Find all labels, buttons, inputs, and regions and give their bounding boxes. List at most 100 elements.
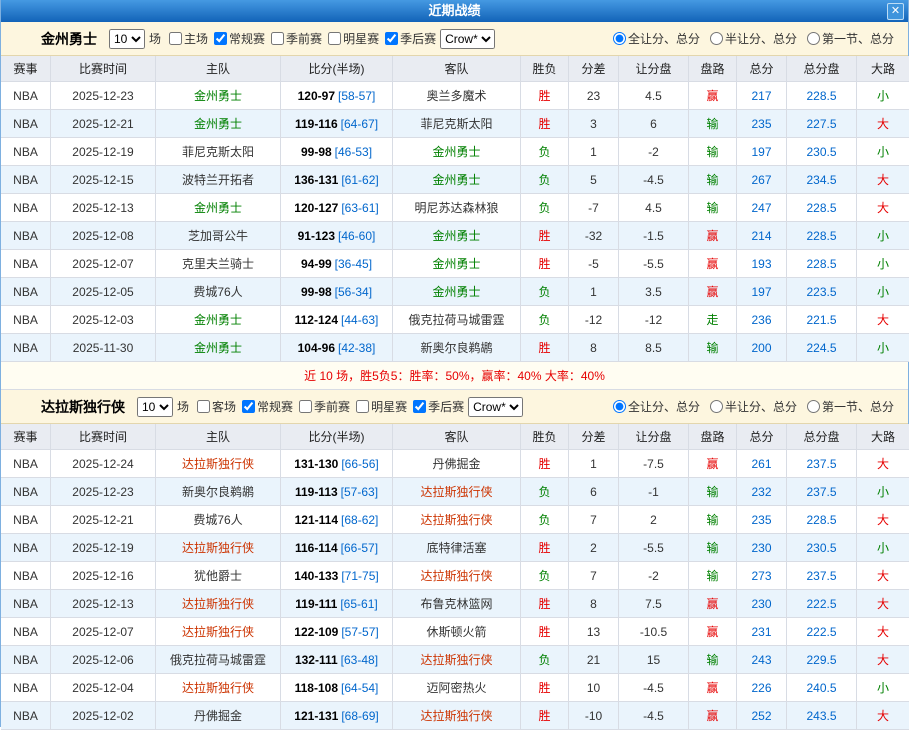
cell-point-diff: 2	[569, 534, 619, 562]
table-row: NBA2025-12-24达拉斯独行侠131-130[66-56]丹佛掘金胜1-…	[1, 450, 908, 478]
filter-checkbox[interactable]	[385, 32, 398, 45]
full-time-score: 131-130	[294, 457, 338, 471]
record-summary: 近 10 场，胜5负5：胜率：50%，赢率：40% 大率：40%	[1, 362, 908, 390]
cell-date: 2025-12-13	[51, 194, 156, 222]
filter-checkbox-label: 明星赛	[324, 30, 379, 47]
filter-checkbox-label: 常规赛	[238, 398, 293, 415]
cell-over-under: 大	[857, 450, 909, 478]
cell-total-points: 232	[737, 478, 787, 506]
cell-over-under: 小	[857, 278, 909, 306]
cell-away-team: 金州勇士	[393, 166, 521, 194]
filter-checkbox[interactable]	[197, 400, 210, 413]
cell-league: NBA	[1, 534, 51, 562]
mode-select[interactable]: Crow*	[440, 29, 495, 49]
full-time-score: 116-114	[295, 541, 338, 555]
column-header: 比分(半场)	[281, 56, 393, 82]
stat-type-radio[interactable]	[710, 32, 723, 45]
stat-type-radio[interactable]	[710, 400, 723, 413]
cell-total-line: 243.5	[787, 702, 857, 730]
filter-checkbox[interactable]	[242, 400, 255, 413]
cell-away-team: 金州勇士	[393, 222, 521, 250]
cell-total-line: 237.5	[787, 562, 857, 590]
table-row: NBA2025-12-15波特兰开拓者136-131[61-62]金州勇士负5-…	[1, 166, 908, 194]
cell-point-diff: 8	[569, 334, 619, 362]
full-time-score: 120-97	[298, 89, 335, 103]
cell-total-line: 230.5	[787, 138, 857, 166]
filter-checkbox[interactable]	[169, 32, 182, 45]
filter-checkbox[interactable]	[214, 32, 227, 45]
cell-handicap-result: 赢	[689, 278, 737, 306]
cell-point-diff: 13	[569, 618, 619, 646]
cell-league: NBA	[1, 250, 51, 278]
close-icon[interactable]: ✕	[887, 3, 904, 20]
cell-away-team: 达拉斯独行侠	[393, 702, 521, 730]
cell-away-team: 达拉斯独行侠	[393, 562, 521, 590]
cell-result: 负	[521, 194, 569, 222]
cell-result: 负	[521, 478, 569, 506]
cell-away-team: 达拉斯独行侠	[393, 646, 521, 674]
filter-checkbox[interactable]	[271, 32, 284, 45]
cell-over-under: 大	[857, 646, 909, 674]
cell-total-line: 228.5	[787, 250, 857, 278]
cell-date: 2025-12-05	[51, 278, 156, 306]
games-count-select[interactable]: 10	[137, 397, 173, 417]
cell-league: NBA	[1, 618, 51, 646]
stat-type-radio[interactable]	[807, 400, 820, 413]
cell-date: 2025-12-13	[51, 590, 156, 618]
cell-total-line: 228.5	[787, 82, 857, 110]
column-header: 分差	[569, 56, 619, 82]
cell-handicap-result: 输	[689, 194, 737, 222]
cell-score: 91-123[46-60]	[281, 222, 393, 250]
cell-league: NBA	[1, 506, 51, 534]
half-time-score: [61-62]	[341, 173, 378, 187]
cell-away-team: 菲尼克斯太阳	[393, 110, 521, 138]
half-time-score: [46-60]	[338, 229, 375, 243]
filter-checkbox[interactable]	[299, 400, 312, 413]
half-time-score: [68-62]	[341, 513, 378, 527]
cell-score: 94-99[36-45]	[281, 250, 393, 278]
cell-point-diff: 7	[569, 562, 619, 590]
cell-date: 2025-12-16	[51, 562, 156, 590]
cell-away-team: 新奥尔良鹈鹕	[393, 334, 521, 362]
full-time-score: 136-131	[294, 173, 338, 187]
table-row: NBA2025-11-30金州勇士104-96[42-38]新奥尔良鹈鹕胜88.…	[1, 334, 908, 362]
cell-league: NBA	[1, 334, 51, 362]
cell-home-team: 克里夫兰骑士	[156, 250, 281, 278]
sections-container: 金州勇士10场主场常规赛季前赛明星赛季后赛Crow*全让分、总分半让分、总分第一…	[1, 22, 908, 730]
cell-total-line: 229.5	[787, 646, 857, 674]
half-time-score: [57-63]	[341, 485, 378, 499]
full-time-score: 140-133	[294, 569, 338, 583]
half-time-score: [68-69]	[341, 709, 378, 723]
stat-type-radio-label: 全让分、总分	[609, 398, 700, 415]
mode-select[interactable]: Crow*	[468, 397, 523, 417]
filter-checkbox[interactable]	[356, 400, 369, 413]
cell-handicap-line: 2	[619, 506, 689, 534]
cell-handicap-result: 输	[689, 166, 737, 194]
cell-point-diff: 8	[569, 590, 619, 618]
filter-checkbox-label: 季后赛	[409, 398, 464, 415]
cell-point-diff: -7	[569, 194, 619, 222]
cell-league: NBA	[1, 590, 51, 618]
cell-over-under: 大	[857, 618, 909, 646]
cell-handicap-result: 输	[689, 334, 737, 362]
cell-date: 2025-12-21	[51, 110, 156, 138]
cell-score: 119-116[64-67]	[281, 110, 393, 138]
cell-handicap-result: 赢	[689, 222, 737, 250]
stat-type-radio[interactable]	[613, 400, 626, 413]
cell-result: 胜	[521, 450, 569, 478]
column-header: 总分	[737, 424, 787, 450]
cell-point-diff: 7	[569, 506, 619, 534]
games-count-select[interactable]: 10	[109, 29, 145, 49]
cell-score: 119-113[57-63]	[281, 478, 393, 506]
full-time-score: 119-111	[295, 597, 337, 611]
cell-league: NBA	[1, 306, 51, 334]
filter-checkbox[interactable]	[413, 400, 426, 413]
cell-total-line: 222.5	[787, 618, 857, 646]
cell-over-under: 大	[857, 306, 909, 334]
cell-point-diff: 5	[569, 166, 619, 194]
stat-type-radio[interactable]	[807, 32, 820, 45]
stat-type-radio[interactable]	[613, 32, 626, 45]
cell-league: NBA	[1, 562, 51, 590]
filter-checkbox[interactable]	[328, 32, 341, 45]
cell-score: 116-114[66-57]	[281, 534, 393, 562]
